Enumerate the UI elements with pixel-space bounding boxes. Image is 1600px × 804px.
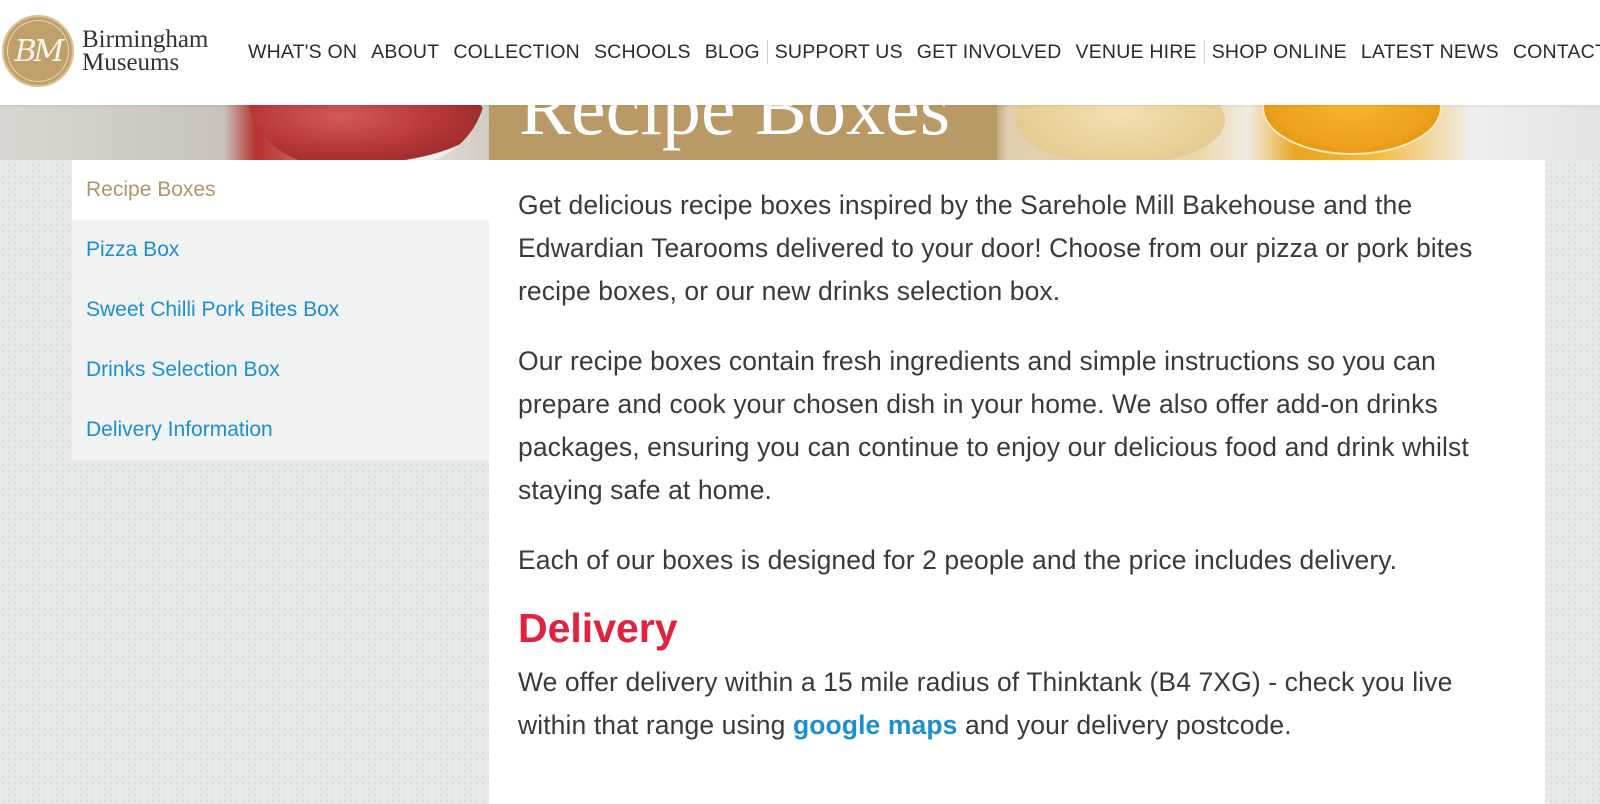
logo-line-2: Museums (82, 49, 180, 76)
nav-schools[interactable]: SCHOOLS (587, 38, 698, 66)
ingredients-paragraph: Our recipe boxes contain fresh ingredien… (518, 346, 1469, 505)
nav-venue-hire[interactable]: VENUE HIRE (1069, 38, 1204, 66)
birmingham-museums-logo[interactable]: BM Birmingham Museums (2, 14, 230, 88)
page-title-box: Recipe Boxes (489, 105, 997, 160)
sidebar-item-drinks-selection-box[interactable]: Drinks Selection Box (72, 340, 489, 400)
google-maps-link[interactable]: google maps (793, 710, 958, 740)
hero-banner: Recipe Boxes (0, 105, 1600, 160)
main-content: Get delicious recipe boxes inspired by t… (489, 160, 1545, 804)
sidebar-item-recipe-boxes[interactable]: Recipe Boxes (72, 160, 489, 220)
delivery-paragraph: We offer delivery within a 15 mile radiu… (518, 661, 1517, 747)
hero-food-image (1262, 105, 1442, 155)
page-title: Recipe Boxes (519, 105, 951, 151)
main-nav: WHAT'S ON ABOUT COLLECTION SCHOOLS BLOG … (248, 38, 1600, 66)
hero-food-image (246, 105, 486, 160)
nav-about[interactable]: ABOUT (364, 38, 446, 66)
delivery-text-after: and your delivery postcode. (957, 710, 1292, 740)
nav-whats-on[interactable]: WHAT'S ON (248, 38, 364, 66)
intro-paragraph: Get delicious recipe boxes inspired by t… (518, 190, 1473, 306)
nav-support-us[interactable]: SUPPORT US (768, 38, 910, 66)
site-header: BM Birmingham Museums WHAT'S ON ABOUT CO… (0, 0, 1600, 105)
nav-latest-news[interactable]: LATEST NEWS (1354, 38, 1506, 66)
logo-line-1: Birmingham (82, 26, 209, 53)
sidebar-item-sweet-chilli-pork-bites-box[interactable]: Sweet Chilli Pork Bites Box (72, 280, 489, 340)
nav-shop-online[interactable]: SHOP ONLINE (1205, 38, 1354, 66)
nav-collection[interactable]: COLLECTION (446, 38, 587, 66)
sidebar-item-delivery-information[interactable]: Delivery Information (72, 400, 489, 460)
nav-get-involved[interactable]: GET INVOLVED (910, 38, 1069, 66)
delivery-heading: Delivery (518, 605, 678, 651)
sidebar-nav: Recipe Boxes Pizza Box Sweet Chilli Pork… (72, 160, 489, 460)
nav-blog[interactable]: BLOG (698, 38, 767, 66)
nav-contact[interactable]: CONTACT (1506, 38, 1600, 66)
hero-food-image (1015, 105, 1225, 160)
logo-wordmark: Birmingham Museums (82, 26, 209, 76)
sidebar-item-pizza-box[interactable]: Pizza Box (72, 220, 489, 280)
logo-seal: BM (2, 15, 74, 87)
serving-paragraph: Each of our boxes is designed for 2 peop… (518, 545, 1398, 575)
